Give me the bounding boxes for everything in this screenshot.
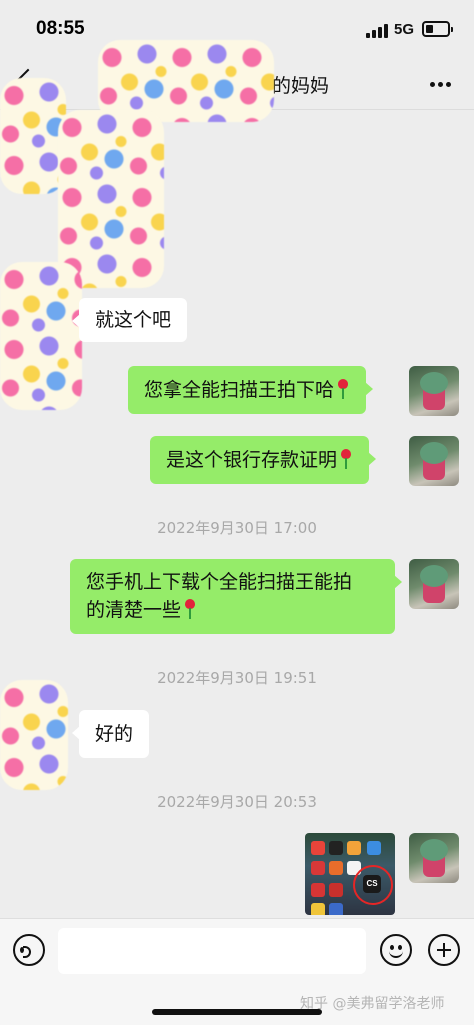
privacy-sticker bbox=[0, 262, 82, 410]
app-icon bbox=[311, 903, 325, 915]
message-timestamp: 2022年9月30日 20:53 bbox=[157, 793, 317, 811]
privacy-sticker bbox=[58, 110, 164, 288]
app-icon bbox=[311, 841, 325, 855]
app-icon bbox=[311, 883, 325, 897]
network-type: 5G bbox=[394, 21, 415, 38]
avatar[interactable] bbox=[409, 833, 459, 883]
status-time: 08:55 bbox=[36, 18, 85, 39]
message-text: 您拿全能扫描王拍下哈 bbox=[144, 379, 335, 401]
message-text-line: 您手机上下载个全能扫描王能拍 bbox=[86, 571, 353, 593]
outgoing-message[interactable]: 是这个银行存款证明 bbox=[150, 436, 377, 484]
rose-icon bbox=[183, 599, 197, 619]
app-icon bbox=[329, 903, 343, 915]
home-indicator[interactable] bbox=[152, 1009, 322, 1015]
app-icon bbox=[329, 883, 343, 897]
avatar[interactable] bbox=[409, 436, 459, 486]
incoming-message[interactable]: 就这个吧 bbox=[71, 298, 188, 342]
rose-icon bbox=[336, 379, 350, 399]
image-message[interactable]: CS bbox=[305, 833, 395, 915]
app-icon bbox=[347, 841, 361, 855]
plus-icon[interactable] bbox=[428, 934, 460, 966]
message-input[interactable] bbox=[58, 928, 366, 974]
avatar[interactable] bbox=[409, 366, 459, 416]
outgoing-message[interactable]: 您手机上下载个全能扫描王能拍 的清楚一些 bbox=[70, 559, 402, 634]
highlight-circle bbox=[353, 865, 393, 905]
app-icon bbox=[329, 861, 343, 875]
cellular-signal-icon bbox=[366, 22, 388, 38]
app-icon bbox=[311, 861, 325, 875]
rose-icon bbox=[339, 449, 353, 469]
message-timestamp: 2022年9月30日 17:00 bbox=[157, 519, 317, 537]
privacy-sticker bbox=[0, 680, 68, 790]
voice-icon[interactable] bbox=[13, 934, 45, 966]
battery-icon bbox=[422, 21, 453, 37]
incoming-message[interactable]: 好的 bbox=[71, 710, 150, 758]
privacy-sticker bbox=[0, 78, 66, 194]
emoji-icon[interactable] bbox=[380, 934, 412, 966]
message-text-line: 的清楚一些 bbox=[86, 599, 182, 621]
message-text: 好的 bbox=[95, 723, 134, 745]
app-icon bbox=[367, 841, 381, 855]
more-horizontal-icon[interactable] bbox=[426, 82, 456, 88]
message-text: 是这个银行存款证明 bbox=[166, 449, 338, 471]
chat-title: 的妈妈 bbox=[272, 75, 330, 97]
avatar[interactable] bbox=[409, 559, 459, 609]
message-text: 就这个吧 bbox=[95, 309, 172, 331]
outgoing-message[interactable]: 您拿全能扫描王拍下哈 bbox=[128, 366, 374, 414]
message-timestamp: 2022年9月30日 19:51 bbox=[157, 669, 317, 687]
app-icon bbox=[329, 841, 343, 855]
